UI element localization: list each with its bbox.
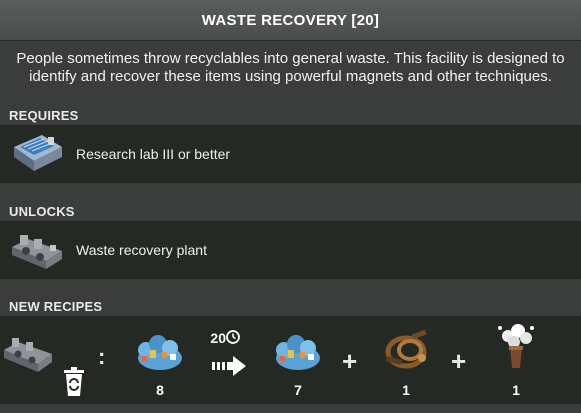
mixed-waste-icon	[274, 332, 322, 372]
exhaust-smoke-icon	[494, 322, 538, 372]
scrap-metal-icon	[382, 326, 432, 372]
unlocks-item-label: Waste recovery plant	[76, 242, 207, 258]
unlocks-header: UNLOCKS	[9, 204, 75, 219]
recipe-duration: 20	[210, 330, 226, 346]
plus-sign: +	[451, 346, 467, 376]
panel-title: WASTE RECOVERY [20]	[0, 0, 581, 41]
research-lab-icon	[8, 125, 66, 183]
requires-item-label: Research lab III or better	[76, 146, 231, 162]
recycle-bin-icon	[61, 367, 87, 397]
input-quantity: 8	[156, 382, 164, 398]
waste-recovery-plant-icon	[2, 328, 56, 378]
requires-header: REQUIRES	[9, 108, 79, 123]
clock-icon	[226, 330, 240, 344]
research-description: People sometimes throw recyclables into …	[16, 50, 565, 85]
output-3-quantity: 1	[512, 382, 520, 398]
recipe-row[interactable]: : 8 20 7 + 1 + 1	[0, 316, 581, 404]
arrow-right-icon	[212, 356, 246, 376]
requires-row[interactable]: Research lab III or better	[0, 125, 581, 183]
research-panel: WASTE RECOVERY [20] People sometimes thr…	[0, 0, 581, 413]
plus-sign: +	[342, 346, 358, 376]
mixed-waste-icon	[136, 332, 184, 372]
waste-recovery-plant-icon	[8, 221, 66, 279]
output-2-quantity: 1	[402, 382, 410, 398]
new-recipes-header: NEW RECIPES	[9, 299, 103, 314]
recipe-separator: :	[98, 344, 106, 369]
unlocks-row[interactable]: Waste recovery plant	[0, 221, 581, 279]
panel-title-text: WASTE RECOVERY [20]	[201, 11, 380, 29]
output-1-quantity: 7	[294, 382, 302, 398]
